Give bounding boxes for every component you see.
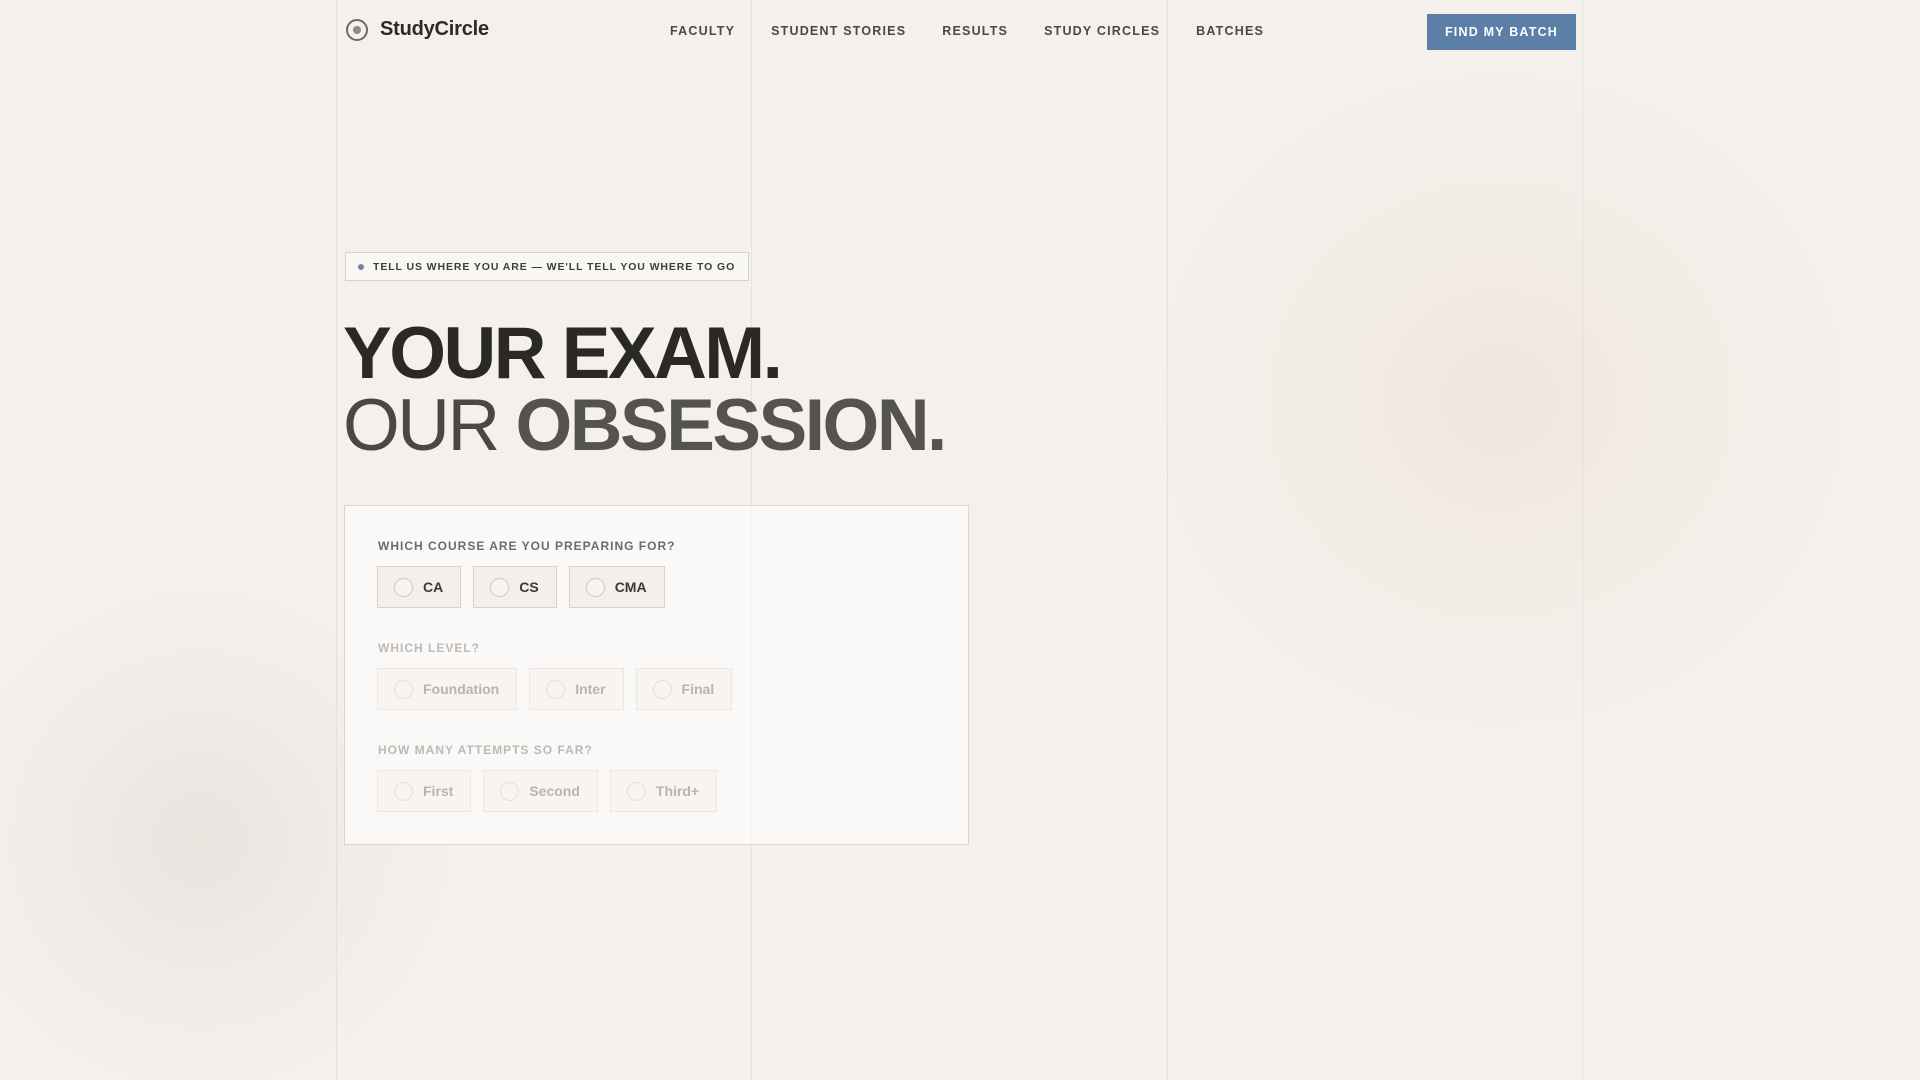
nav-item-study-circles[interactable]: STUDY CIRCLES — [1044, 24, 1160, 38]
level-option-foundation[interactable]: Foundation — [377, 668, 518, 710]
nav-item-batches[interactable]: BATCHES — [1196, 24, 1264, 38]
option-label: Third+ — [655, 783, 700, 799]
option-label: CMA — [614, 579, 647, 595]
attempts-options: First Second Third+ — [377, 770, 718, 812]
headline-bold-word: OBSESSION. — [515, 385, 948, 466]
option-label: Foundation — [423, 681, 500, 697]
option-label: Final — [681, 681, 715, 697]
option-label: CA — [423, 579, 444, 595]
radio-icon — [490, 577, 510, 597]
course-option-cma[interactable]: CMA — [568, 566, 665, 608]
nav-item-results[interactable]: RESULTS — [942, 24, 1008, 38]
option-label: Inter — [575, 681, 606, 697]
grid-line — [336, 0, 337, 1080]
hero-headline: YOUR EXAM. OUR OBSESSION. — [343, 313, 947, 462]
headline-line-2: OUR OBSESSION. — [343, 389, 947, 462]
attempts-option-second[interactable]: Second — [483, 770, 598, 812]
eyebrow-text: TELL US WHERE YOU ARE — WE'LL TELL YOU W… — [373, 260, 736, 273]
course-option-cs[interactable]: CS — [473, 566, 557, 608]
radio-icon — [626, 781, 646, 801]
level-option-final[interactable]: Final — [635, 668, 733, 710]
nav-item-student-stories[interactable]: STUDENT STORIES — [771, 24, 906, 38]
headline-light-word: OUR — [343, 385, 500, 466]
course-option-ca[interactable]: CA — [377, 566, 462, 608]
option-label: First — [423, 783, 454, 799]
background-glow-right — [1120, 40, 1880, 760]
level-question-label: WHICH LEVEL? — [378, 641, 480, 655]
radio-icon — [394, 577, 413, 597]
attempts-option-first[interactable]: First — [377, 770, 472, 812]
brand-name: StudyCircle — [380, 18, 489, 40]
nav-item-faculty[interactable]: FACULTY — [670, 24, 735, 38]
grid-line — [1167, 0, 1168, 1080]
option-label: Second — [529, 783, 580, 799]
level-option-inter[interactable]: Inter — [529, 668, 624, 710]
circle-logo-icon — [346, 18, 368, 41]
course-question-label: WHICH COURSE ARE YOU PREPARING FOR? — [378, 539, 676, 553]
attempts-option-third-plus[interactable]: Third+ — [609, 770, 718, 812]
grid-line — [1582, 0, 1583, 1080]
hero-eyebrow-badge: TELL US WHERE YOU ARE — WE'LL TELL YOU W… — [345, 252, 750, 281]
level-options: Foundation Inter Final — [377, 668, 733, 710]
radio-icon — [500, 781, 520, 801]
brand-logo[interactable]: StudyCircle — [346, 18, 489, 41]
headline-line-1: YOUR EXAM. — [343, 313, 783, 394]
radio-icon — [394, 679, 413, 699]
find-my-batch-button[interactable]: FIND MY BATCH — [1427, 14, 1576, 50]
attempts-question-label: HOW MANY ATTEMPTS SO FAR? — [378, 743, 593, 757]
course-options: CA CS CMA — [377, 566, 665, 608]
batch-finder-card: WHICH COURSE ARE YOU PREPARING FOR? CA C… — [344, 505, 969, 845]
site-header: StudyCircle FACULTY STUDENT STORIES RESU… — [0, 0, 1920, 64]
radio-icon — [652, 679, 672, 699]
bullet-dot-icon — [358, 263, 364, 270]
radio-icon — [394, 781, 413, 801]
option-label: CS — [519, 579, 539, 595]
radio-icon — [546, 679, 566, 699]
main-nav: FACULTY STUDENT STORIES RESULTS STUDY CI… — [670, 24, 1300, 38]
radio-icon — [585, 577, 605, 597]
